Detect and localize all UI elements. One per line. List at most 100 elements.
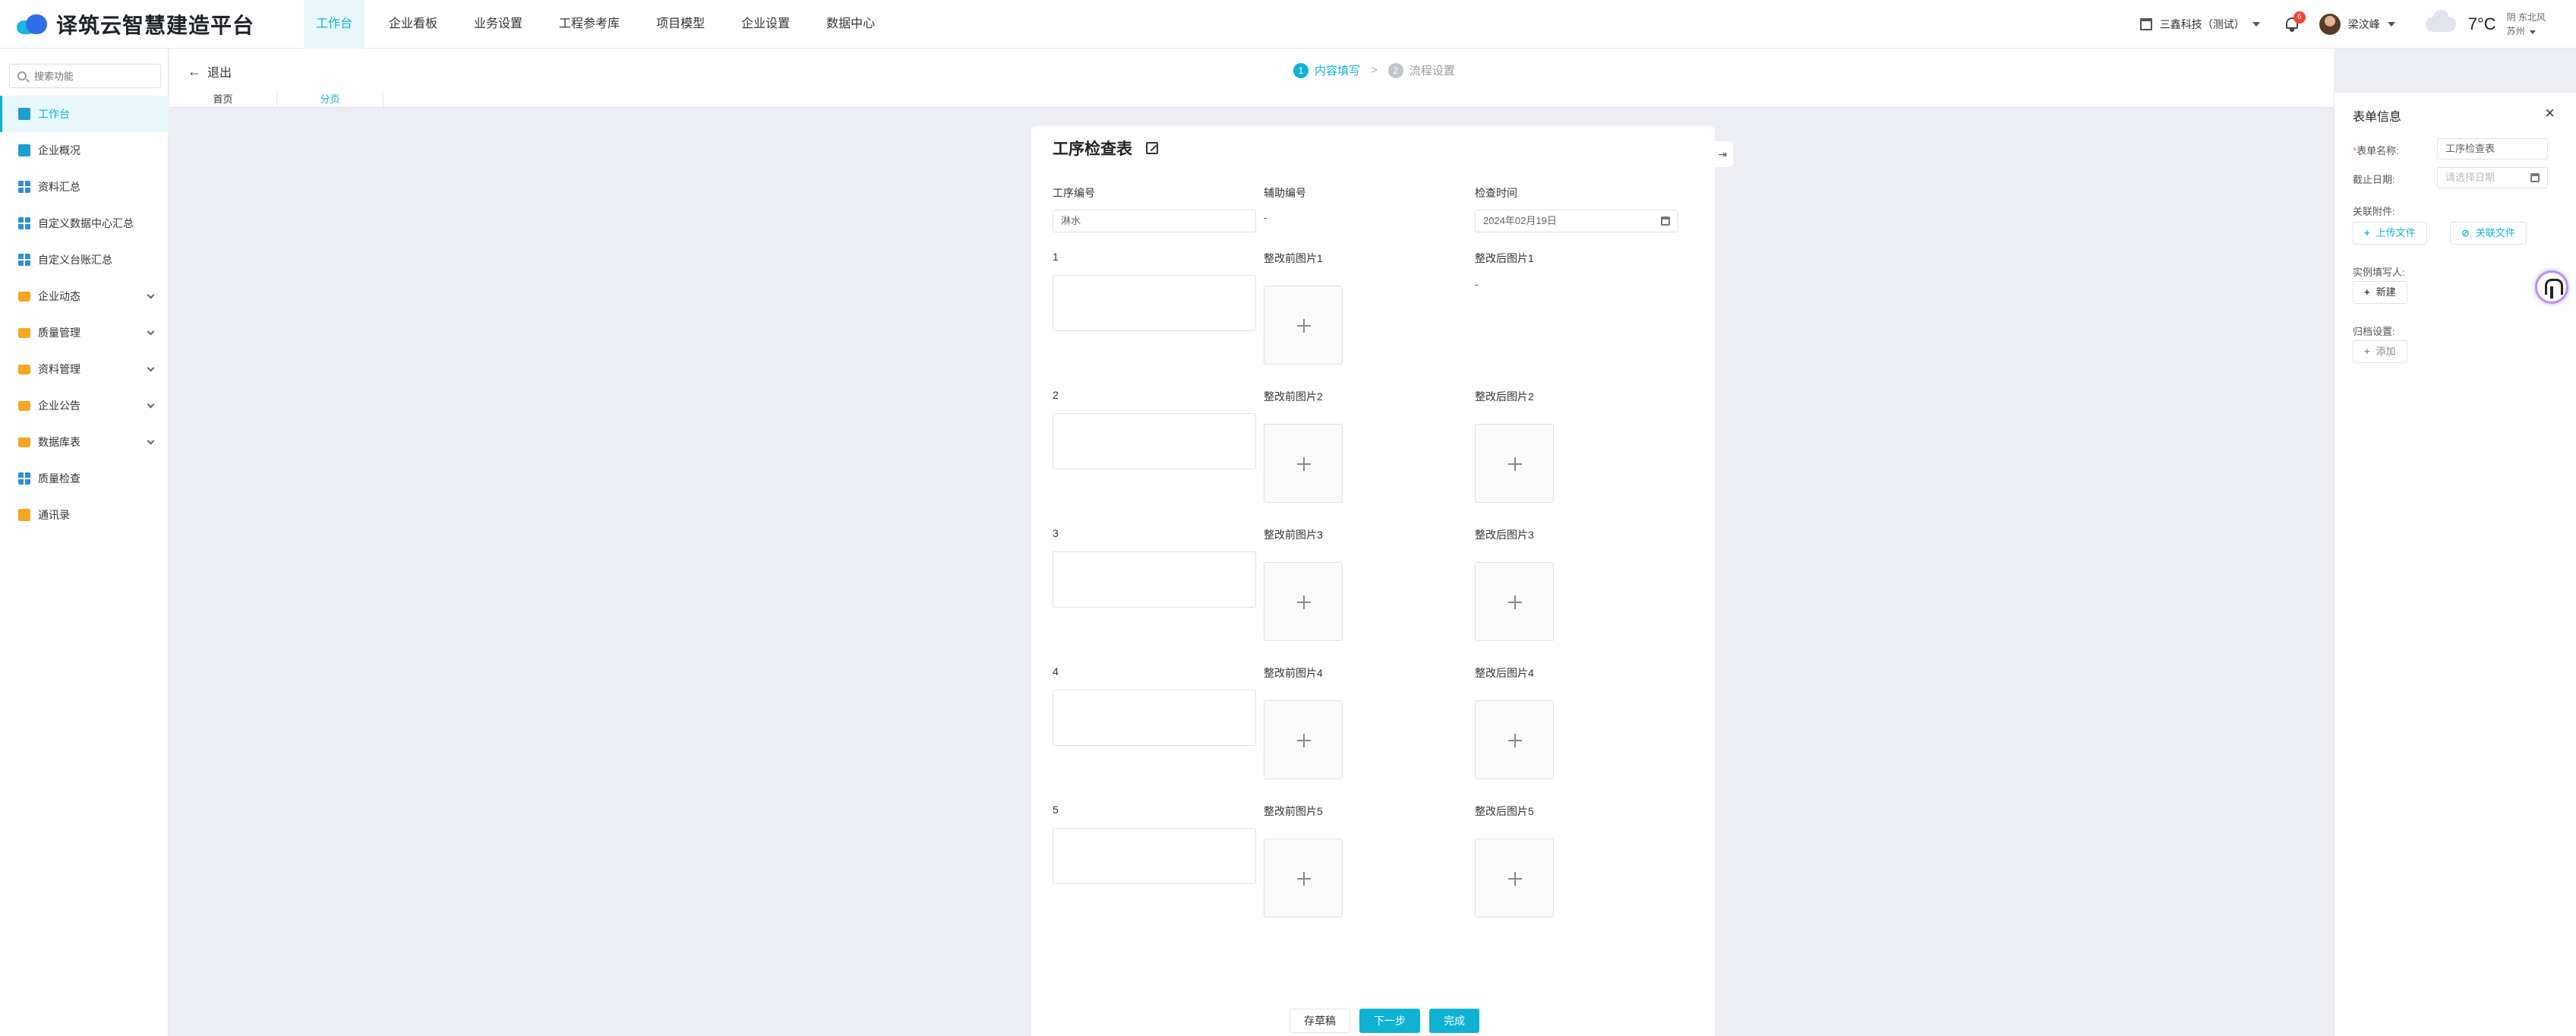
step-workflow[interactable]: 2 流程设置 bbox=[1387, 62, 1455, 78]
row-textarea[interactable] bbox=[1053, 690, 1256, 746]
row-textarea[interactable] bbox=[1053, 275, 1256, 331]
after-photo-upload[interactable] bbox=[1475, 424, 1554, 503]
sidebar-item-custom-data-center[interactable]: 自定义数据中心汇总 bbox=[0, 205, 169, 242]
row-textarea[interactable] bbox=[1053, 413, 1256, 469]
finish-button[interactable]: 完成 bbox=[1429, 1009, 1479, 1033]
avatar bbox=[2319, 14, 2341, 35]
deadline-picker[interactable]: 请选择日期 bbox=[2437, 167, 2548, 188]
user-name: 梁汶峰 bbox=[2347, 18, 2380, 30]
city-selector[interactable]: 苏州 bbox=[2507, 24, 2546, 38]
sidebar-item-data-summary[interactable]: 资料汇总 bbox=[0, 169, 169, 205]
top-header: 译筑云智慧建造平台 工作台 企业看板 业务设置 工程参考库 项目模型 企业设置 … bbox=[0, 0, 2576, 49]
add-archive-button[interactable]: + 添加 bbox=[2353, 340, 2407, 363]
check-time-value: 2024年02月19日 bbox=[1483, 215, 1557, 226]
sidebar-item-custom-ledger[interactable]: 自定义台账汇总 bbox=[0, 242, 169, 278]
new-filler-button[interactable]: + 新建 bbox=[2353, 281, 2407, 304]
topnav-enterprise-settings[interactable]: 企业设置 bbox=[729, 0, 802, 49]
after-photo-value: - bbox=[1475, 278, 1479, 290]
link-file-button[interactable]: ⊘ 关联文件 bbox=[2450, 222, 2527, 245]
user-menu[interactable]: 梁汶峰 bbox=[2319, 14, 2395, 35]
topnav-workbench[interactable]: 工作台 bbox=[304, 0, 365, 49]
collapse-panel-icon[interactable]: ⇥ bbox=[1712, 141, 1733, 167]
before-photo-upload[interactable] bbox=[1264, 562, 1343, 641]
after-photo-label: 整改后图片1 bbox=[1475, 252, 1534, 264]
sidebar-item-label: 自定义台账汇总 bbox=[38, 254, 112, 266]
sidebar-item-quality-check[interactable]: 质量检查 bbox=[0, 460, 169, 497]
step-content[interactable]: 1 内容填写 bbox=[1293, 62, 1360, 78]
sidebar-item-contacts[interactable]: 通讯录 bbox=[0, 497, 169, 533]
sidebar-item-label: 企业公告 bbox=[38, 400, 80, 412]
before-photo-upload[interactable] bbox=[1264, 839, 1343, 918]
plus-icon: + bbox=[2364, 346, 2370, 357]
sidebar-item-database[interactable]: 数据库表 bbox=[0, 424, 169, 460]
tab-home[interactable]: 首页 bbox=[169, 93, 277, 108]
panel-title: 表单信息 bbox=[2353, 111, 2402, 124]
weather-info[interactable]: 阴 东北风 苏州 bbox=[2507, 11, 2546, 38]
cloud-logo-icon bbox=[17, 13, 49, 36]
grid-icon bbox=[18, 472, 30, 485]
sidebar-item-workbench[interactable]: 工作台 bbox=[0, 96, 169, 132]
form-name-label-text: 表单名称: bbox=[2357, 145, 2399, 156]
sidebar-item-announcements[interactable]: 企业公告 bbox=[0, 387, 169, 424]
aux-no-value: - bbox=[1264, 211, 1267, 223]
topnav-business-settings[interactable]: 业务设置 bbox=[462, 0, 535, 49]
folder-icon bbox=[18, 291, 30, 302]
grid-icon bbox=[18, 181, 30, 193]
arrow-left-icon: ← bbox=[188, 63, 201, 79]
sidebar-item-documents[interactable]: 资料管理 bbox=[0, 351, 169, 387]
upload-file-label: 上传文件 bbox=[2376, 227, 2416, 238]
check-time-picker[interactable]: 2024年02月19日 bbox=[1475, 210, 1678, 232]
chevron-down-icon bbox=[147, 400, 155, 409]
app-logo[interactable]: 译筑云智慧建造平台 bbox=[17, 11, 254, 38]
before-photo-upload[interactable] bbox=[1264, 424, 1343, 503]
before-photo-upload[interactable] bbox=[1264, 700, 1343, 779]
row-textarea[interactable] bbox=[1053, 551, 1256, 608]
temperature: 7°C bbox=[2467, 14, 2496, 33]
folder-icon bbox=[18, 327, 30, 338]
sidebar-search-input[interactable] bbox=[34, 70, 148, 82]
row-label: 5 bbox=[1053, 804, 1059, 816]
close-icon[interactable]: × bbox=[2545, 103, 2555, 123]
sidebar-item-label: 质量管理 bbox=[38, 327, 80, 339]
sidebar-item-quality[interactable]: 质量管理 bbox=[0, 314, 169, 351]
topnav-data-center[interactable]: 数据中心 bbox=[814, 0, 887, 49]
before-photo-upload[interactable] bbox=[1264, 286, 1343, 365]
after-photo-upload[interactable] bbox=[1475, 700, 1554, 779]
save-draft-button[interactable]: 存草稿 bbox=[1290, 1009, 1350, 1033]
company-switcher[interactable]: 三鑫科技（测试） bbox=[2139, 17, 2260, 32]
grid-icon bbox=[18, 217, 30, 229]
calendar-icon bbox=[2530, 173, 2540, 182]
after-photo-upload[interactable] bbox=[1475, 839, 1554, 918]
archive-settings-label: 归档设置: bbox=[2353, 326, 2395, 337]
sidebar-item-label: 自定义数据中心汇总 bbox=[38, 217, 134, 229]
proc-no-input[interactable]: 淋水 bbox=[1053, 210, 1256, 232]
check-time-label: 检查时间 bbox=[1475, 187, 1517, 199]
cloud-weather-icon bbox=[2425, 10, 2456, 32]
new-filler-label: 新建 bbox=[2376, 286, 2396, 298]
bell-icon[interactable]: 6 bbox=[2284, 11, 2306, 33]
topnav-reference-library[interactable]: 工程参考库 bbox=[547, 0, 632, 49]
city-name: 苏州 bbox=[2506, 26, 2525, 36]
form-title-text: 工序检查表 bbox=[1053, 141, 1132, 158]
topnav-dashboard[interactable]: 企业看板 bbox=[377, 0, 450, 49]
sidebar-search[interactable] bbox=[9, 64, 161, 88]
next-step-button[interactable]: 下一步 bbox=[1359, 1009, 1420, 1033]
sidebar-item-news[interactable]: 企业动态 bbox=[0, 278, 169, 314]
sidebar-item-overview[interactable]: 企业概况 bbox=[0, 132, 169, 169]
book-icon bbox=[18, 509, 30, 521]
tab-page[interactable]: 分页 bbox=[277, 93, 384, 108]
assistant-icon[interactable] bbox=[2535, 270, 2568, 304]
upload-file-button[interactable]: + 上传文件 bbox=[2353, 222, 2427, 245]
company-name: 三鑫科技（测试） bbox=[2159, 18, 2245, 30]
exit-button[interactable]: ← 退出 bbox=[188, 62, 232, 81]
search-icon bbox=[17, 71, 27, 81]
folder-icon bbox=[18, 364, 30, 374]
row-textarea[interactable] bbox=[1053, 828, 1256, 884]
form-name-input[interactable]: 工序检查表 bbox=[2437, 138, 2548, 160]
topnav-project-model[interactable]: 项目模型 bbox=[644, 0, 717, 49]
edit-icon[interactable] bbox=[1146, 142, 1158, 154]
after-photo-upload[interactable] bbox=[1475, 562, 1554, 641]
before-photo-label: 整改前图片1 bbox=[1264, 252, 1323, 264]
row-label: 4 bbox=[1053, 665, 1059, 678]
sidebar-item-label: 企业概况 bbox=[38, 144, 80, 156]
